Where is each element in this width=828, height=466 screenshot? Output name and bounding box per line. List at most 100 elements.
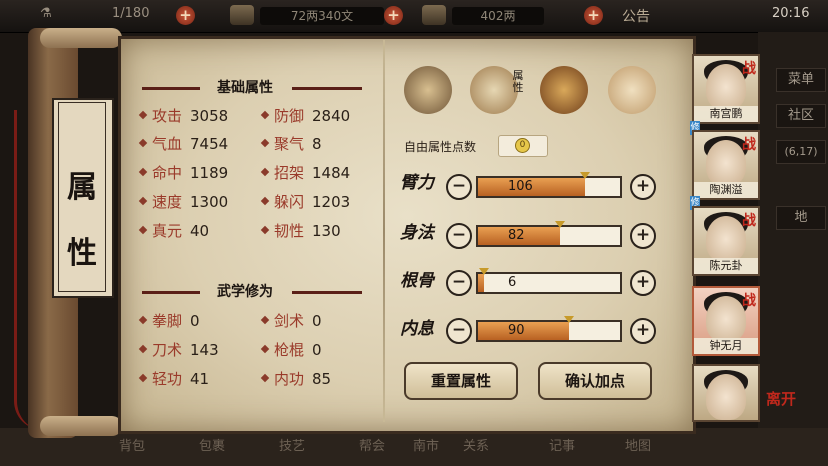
meridian-figure-icon[interactable] — [608, 66, 656, 114]
battle-badge: 战 — [742, 293, 756, 309]
community-tab[interactable]: 社区 — [776, 104, 826, 128]
attr-name-constitution: 根骨 — [400, 271, 434, 291]
free-points-value: 0 — [515, 138, 530, 153]
bottom-item-bag[interactable]: 背包 — [110, 430, 154, 464]
bottom-item-guild[interactable]: 帮会 — [350, 430, 394, 464]
confirm-points-button[interactable]: 确认加点 — [538, 362, 652, 400]
bottom-item-package[interactable]: 包裹 — [190, 430, 234, 464]
clock: 20:16 — [772, 6, 810, 21]
silver-icon — [422, 5, 446, 25]
stamina-icon: ⚗ — [40, 6, 52, 21]
copper-icon — [230, 5, 254, 25]
battle-badge: 战 — [742, 137, 756, 153]
basic-stats-title: 基础属性 — [217, 80, 273, 96]
menu-tab[interactable]: 菜单 — [776, 68, 826, 92]
character-face — [706, 64, 746, 110]
stat-focus: 聚气 8 — [260, 134, 322, 154]
stat-energy: 真元 40 — [138, 221, 209, 241]
scroll-title: 属性 — [58, 102, 106, 292]
character-name: 陶渊溢 — [694, 182, 758, 198]
breath-bar-marker — [564, 316, 574, 323]
scroll-rod-bottom — [40, 416, 122, 436]
agility-plus-button[interactable]: + — [630, 223, 656, 249]
character-face — [706, 374, 746, 420]
character-card[interactable]: 战 陈元卦 — [692, 206, 760, 276]
character-card[interactable]: 战 陶渊溢 — [692, 130, 760, 200]
constitution-bar-fill — [478, 274, 484, 292]
stat-lightness: 轻功 41 — [138, 369, 209, 389]
strength-bar-marker — [580, 172, 590, 179]
panel-divider — [383, 40, 385, 422]
strength-plus-button[interactable]: + — [630, 174, 656, 200]
constitution-minus-button[interactable]: − — [446, 270, 472, 296]
constitution-plus-button[interactable]: + — [630, 270, 656, 296]
strength-value: 106 — [508, 179, 533, 194]
character-card[interactable] — [692, 364, 760, 422]
stamina-value: 1/180 — [112, 6, 150, 21]
scroll-rod-top — [40, 28, 122, 48]
character-card-selected[interactable]: 战 钟无月 — [692, 286, 760, 356]
character-card[interactable]: 战 南宫鹏 — [692, 54, 760, 124]
silver-value: 402两 — [452, 7, 544, 25]
constitution-bar-marker — [479, 268, 489, 275]
martial-stats-title: 武学修为 — [217, 284, 273, 300]
title-ornament-left — [142, 87, 200, 90]
coordinate-readout: (6,17) — [776, 140, 826, 164]
attr-name-agility: 身法 — [400, 223, 434, 243]
agility-bar: 82 — [476, 221, 622, 247]
bottom-item-record[interactable]: 记事 — [540, 430, 584, 464]
title-ornament-left — [142, 291, 200, 294]
stat-attack: 攻击 3058 — [138, 106, 228, 126]
bagua-icon[interactable] — [540, 66, 588, 114]
battle-badge: 战 — [742, 213, 756, 229]
bottom-item-skills[interactable]: 技艺 — [270, 430, 314, 464]
map-tab[interactable]: 地 — [776, 206, 826, 230]
stat-defense: 防御 2840 — [260, 106, 350, 126]
stat-speed: 速度 1300 — [138, 192, 228, 212]
character-name: 南宫鹏 — [694, 106, 758, 122]
stat-inner: 内功 85 — [260, 369, 331, 389]
stat-blade: 刀术 143 — [138, 340, 219, 360]
title-ornament-right — [292, 87, 362, 90]
stat-spear: 枪棍 0 — [260, 340, 322, 360]
breath-bar: 90 — [476, 316, 622, 342]
strength-minus-button[interactable]: − — [446, 174, 472, 200]
stat-fist: 拳脚 0 — [138, 311, 200, 331]
leave-button[interactable]: 离开 — [764, 392, 798, 426]
hat-icon[interactable] — [404, 66, 452, 114]
agility-bar-marker — [555, 221, 565, 228]
bottom-item-map[interactable]: 地图 — [616, 430, 660, 464]
bottom-item-market[interactable]: 南市 — [404, 430, 448, 464]
attr-name-breath: 内息 — [400, 319, 434, 339]
breath-minus-button[interactable]: − — [446, 318, 472, 344]
title-ornament-right — [292, 291, 362, 294]
stat-dodge: 躲闪 1203 — [260, 192, 350, 212]
character-face — [706, 296, 746, 342]
bottom-item-relation[interactable]: 关系 — [454, 430, 498, 464]
agility-minus-button[interactable]: − — [446, 223, 472, 249]
copper-value: 72两340文 — [260, 7, 384, 25]
free-points-label: 自由属性点数 — [404, 140, 477, 154]
breath-value: 90 — [508, 323, 525, 338]
notice-button[interactable]: 公告 — [622, 6, 650, 26]
strength-bar: 106 — [476, 172, 622, 198]
battle-badge: 战 — [742, 61, 756, 77]
stat-hp: 气血 7454 — [138, 134, 228, 154]
add-copper-button[interactable]: + — [384, 6, 403, 25]
stat-parry: 招架 1484 — [260, 163, 350, 183]
character-face — [706, 216, 746, 262]
tab-attributes-label: 属性 — [512, 69, 524, 94]
reset-attributes-button[interactable]: 重置属性 — [404, 362, 518, 400]
stat-hit: 命中 1189 — [138, 163, 228, 183]
stat-toughness: 韧性 130 — [260, 221, 341, 241]
stat-sword: 剑术 0 — [260, 311, 322, 331]
agility-value: 82 — [508, 228, 525, 243]
attr-name-strength: 臂力 — [400, 173, 434, 193]
character-face — [706, 140, 746, 186]
constitution-bar: 6 — [476, 268, 622, 294]
constitution-value: 6 — [508, 275, 517, 290]
add-silver-button[interactable]: + — [584, 6, 603, 25]
breath-plus-button[interactable]: + — [630, 318, 656, 344]
add-stamina-button[interactable]: + — [176, 6, 195, 25]
character-name: 钟无月 — [694, 338, 758, 354]
